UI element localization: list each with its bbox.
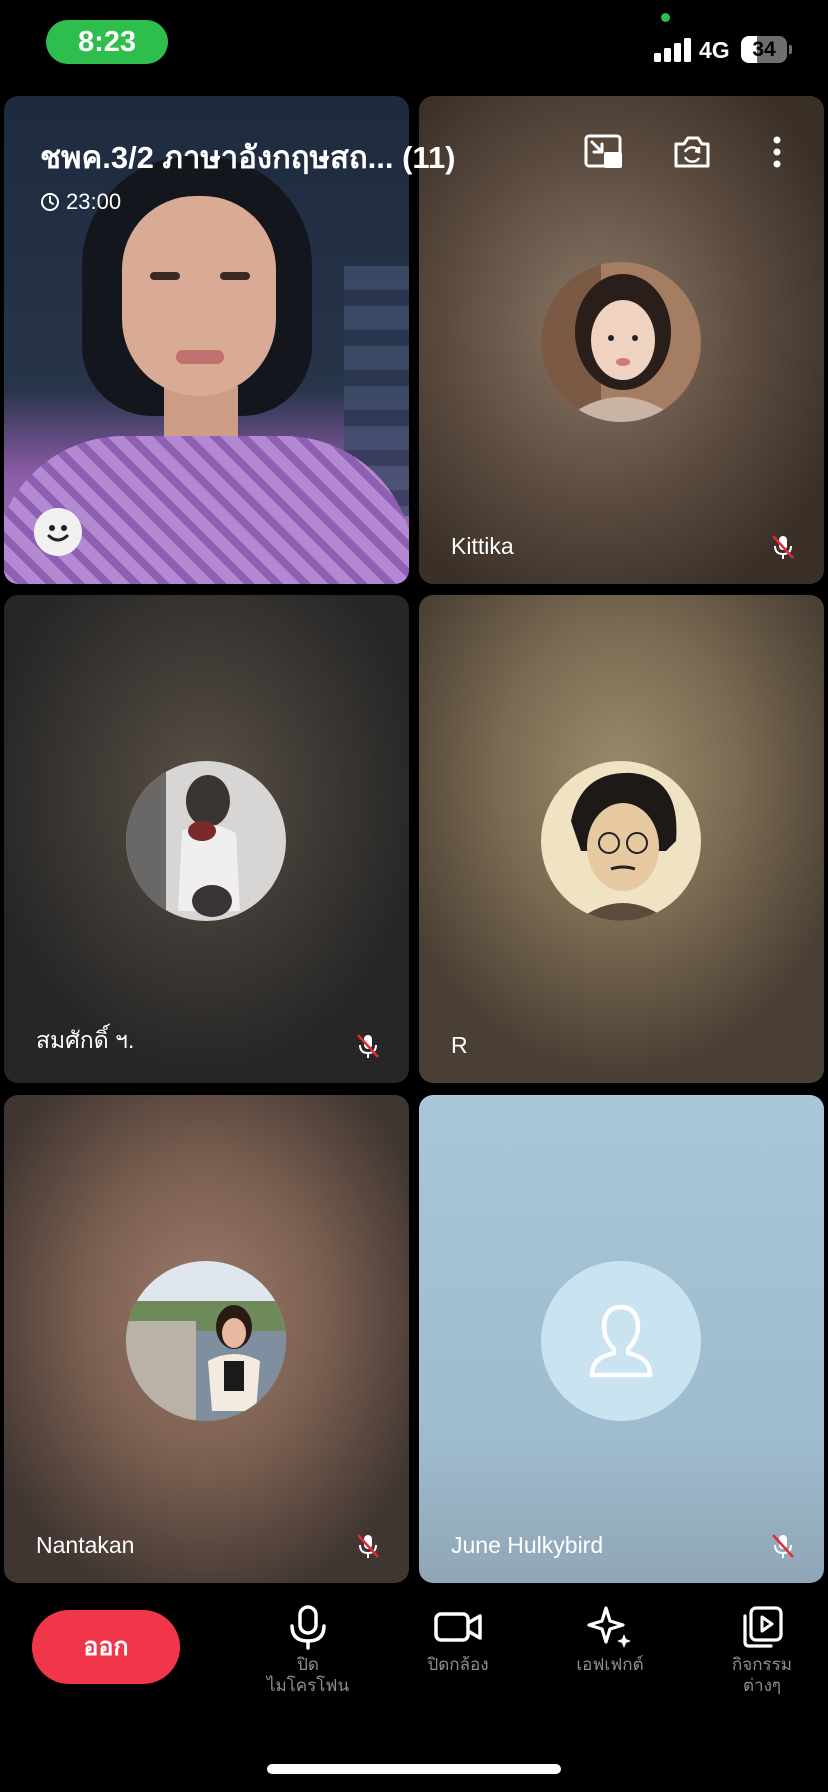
more-vertical-icon[interactable] bbox=[755, 130, 799, 174]
activities-play-icon bbox=[743, 1606, 783, 1648]
participant-tile-nantakan[interactable]: Nantakan bbox=[4, 1095, 409, 1583]
smiley-icon[interactable] bbox=[34, 508, 82, 556]
mute-microphone-button[interactable]: ปิด ไมโครโฟน bbox=[248, 1604, 368, 1696]
activities-label-1: กิจกรรม bbox=[731, 1655, 792, 1674]
participant-name: สมศักดิ์ ฯ. bbox=[36, 1027, 135, 1053]
home-indicator[interactable] bbox=[267, 1764, 561, 1774]
effects-button[interactable]: เอฟเฟกต์ bbox=[550, 1604, 670, 1675]
battery-percent: 34 bbox=[752, 38, 776, 61]
clock-icon bbox=[41, 193, 59, 211]
camera-off-label: ปิดกล้อง bbox=[427, 1655, 489, 1674]
activities-label-2: ต่างๆ bbox=[742, 1676, 782, 1695]
mic-off-icon bbox=[768, 1531, 798, 1561]
self-face bbox=[122, 196, 276, 396]
call-title: ชพค.3/2 ภาษาอังกฤษสถ... (11) bbox=[40, 140, 456, 175]
self-lips bbox=[176, 350, 224, 364]
battery-icon: 34 bbox=[741, 36, 787, 63]
mic-off-icon bbox=[353, 1531, 383, 1561]
sparkle-icon bbox=[587, 1606, 631, 1648]
video-camera-icon bbox=[434, 1612, 482, 1642]
effects-label: เอฟเฟกต์ bbox=[576, 1655, 644, 1674]
avatar bbox=[126, 1261, 286, 1421]
exit-pip-icon[interactable] bbox=[582, 130, 626, 174]
participant-tile-r[interactable]: R bbox=[419, 595, 824, 1083]
participant-tile-june[interactable]: June Hulkybird bbox=[419, 1095, 824, 1583]
mic-off-icon bbox=[353, 1031, 383, 1061]
network-type: 4G bbox=[699, 37, 730, 63]
switch-camera-icon[interactable] bbox=[670, 130, 714, 174]
call-timer-value: 23:00 bbox=[66, 189, 122, 214]
self-eye-right bbox=[220, 272, 250, 280]
self-eye-left bbox=[150, 272, 180, 280]
participant-tile-somsak[interactable]: สมศักดิ์ ฯ. bbox=[4, 595, 409, 1083]
signal-icon bbox=[654, 38, 692, 62]
activities-button[interactable]: กิจกรรม ต่างๆ bbox=[702, 1604, 822, 1696]
battery-nub bbox=[789, 45, 792, 54]
microphone-icon bbox=[290, 1605, 326, 1650]
mute-microphone-label-1: ปิด bbox=[297, 1655, 319, 1674]
leave-call-button[interactable]: ออก bbox=[32, 1610, 180, 1684]
participant-name: Nantakan bbox=[36, 1532, 135, 1558]
avatar bbox=[541, 761, 701, 921]
status-time[interactable]: 8:23 bbox=[46, 20, 168, 64]
mute-microphone-label-2: ไมโครโฟน bbox=[266, 1676, 350, 1695]
default-person-icon bbox=[541, 1261, 701, 1421]
mic-off-icon bbox=[768, 532, 798, 562]
camera-off-button[interactable]: ปิดกล้อง bbox=[398, 1604, 518, 1675]
participant-name: June Hulkybird bbox=[451, 1532, 604, 1558]
camera-in-use-indicator bbox=[661, 13, 670, 22]
call-timer: 23:00 bbox=[40, 189, 121, 215]
participant-name: R bbox=[451, 1032, 468, 1058]
participant-name: Kittika bbox=[451, 533, 514, 559]
avatar bbox=[541, 262, 701, 422]
status-bar: 8:23 4G 34 bbox=[0, 0, 828, 92]
avatar bbox=[126, 761, 286, 921]
